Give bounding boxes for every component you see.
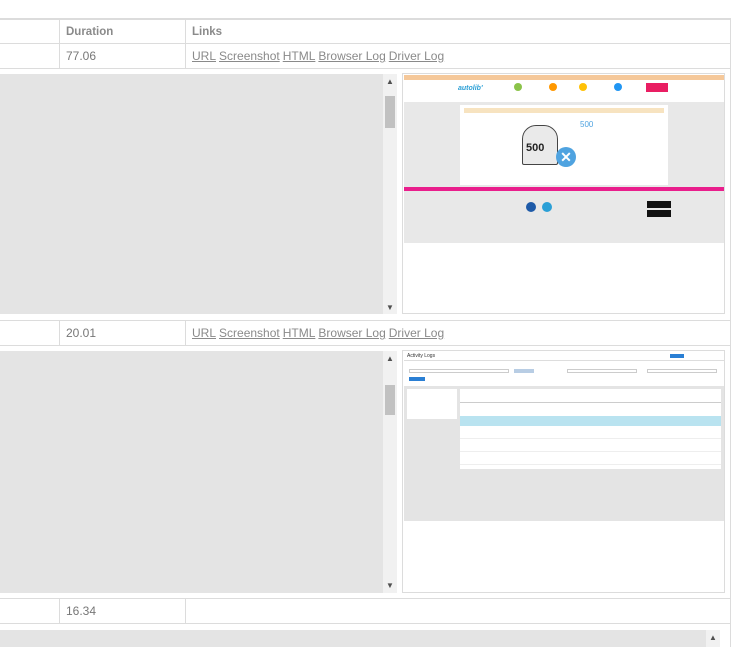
thumb-btn bbox=[514, 369, 534, 373]
thumb-footer-bar bbox=[404, 187, 724, 191]
log-panel bbox=[0, 74, 383, 314]
thumb-nav-icon bbox=[514, 83, 522, 91]
scroll-up-icon[interactable]: ▲ bbox=[385, 354, 395, 364]
log-scrollbar[interactable]: ▲ ▼ bbox=[383, 351, 397, 593]
url-link[interactable]: URL bbox=[192, 326, 216, 340]
log-panel bbox=[0, 630, 706, 647]
thumb-sidebar bbox=[407, 389, 457, 419]
links-cell: URL Screenshot HTML Browser Log Driver L… bbox=[185, 44, 730, 68]
thumb-nav-icon bbox=[549, 83, 557, 91]
scroll-thumb[interactable] bbox=[385, 385, 395, 415]
duration-cell: 20.01 bbox=[59, 321, 185, 345]
links-cell bbox=[185, 599, 730, 623]
duration-cell: 16.34 bbox=[59, 599, 185, 623]
thumb-input bbox=[647, 369, 717, 373]
thumb-navbar: autolib' bbox=[404, 80, 724, 102]
facebook-icon bbox=[526, 202, 536, 212]
detail-row: ▲ ▼ autolib' 500 ✕ 500 bbox=[0, 69, 731, 321]
thumb-nav-icon bbox=[579, 83, 587, 91]
thumb-table-header bbox=[460, 399, 721, 403]
thumb-nav-icon bbox=[614, 83, 622, 91]
duration-value: 77.06 bbox=[66, 49, 97, 63]
screenshot-link[interactable]: Screenshot bbox=[219, 326, 280, 340]
html-link[interactable]: HTML bbox=[283, 49, 316, 63]
duration-cell: 77.06 bbox=[59, 44, 185, 68]
duration-header: Duration bbox=[66, 25, 114, 38]
log-panel bbox=[0, 351, 383, 593]
table-header: Duration Links bbox=[0, 19, 731, 44]
screenshot-thumbnail[interactable]: autolib' 500 ✕ 500 bbox=[402, 73, 725, 314]
thumb-topbar: Activity Logs bbox=[404, 352, 724, 361]
thumb-mailbox: 500 bbox=[522, 125, 558, 165]
thumb-page: Activity Logs bbox=[404, 352, 724, 521]
html-link[interactable]: HTML bbox=[283, 326, 316, 340]
browser-log-link[interactable]: Browser Log bbox=[318, 326, 385, 340]
thumb-nav-button bbox=[646, 83, 668, 92]
scroll-up-icon[interactable]: ▲ bbox=[385, 77, 395, 87]
thumb-brand: autolib' bbox=[458, 85, 483, 92]
thumb-table-row bbox=[460, 429, 721, 439]
browser-log-link[interactable]: Browser Log bbox=[318, 49, 385, 63]
thumb-error-badge: 500 bbox=[580, 120, 594, 129]
detail-row: ▲ ▼ Activity Logs bbox=[0, 346, 731, 599]
duration-value: 16.34 bbox=[66, 604, 97, 618]
detail-row: ▲ bbox=[0, 624, 731, 647]
thumb-filters bbox=[404, 361, 724, 386]
thumb-input bbox=[409, 369, 509, 373]
table-row: 77.06 URL Screenshot HTML Browser Log Dr… bbox=[0, 44, 731, 69]
driver-log-link[interactable]: Driver Log bbox=[389, 326, 444, 340]
scroll-thumb[interactable] bbox=[385, 96, 395, 128]
links-header: Links bbox=[192, 25, 223, 38]
duration-value: 20.01 bbox=[66, 326, 97, 340]
thumb-alert bbox=[464, 108, 664, 113]
thumb-table-row bbox=[460, 442, 721, 452]
thumb-table-row-highlight bbox=[460, 416, 721, 426]
log-scrollbar[interactable]: ▲ ▼ bbox=[383, 74, 397, 314]
thumb-table-row bbox=[460, 455, 721, 465]
thumb-input bbox=[567, 369, 637, 373]
scroll-down-icon[interactable]: ▼ bbox=[385, 303, 395, 313]
url-link[interactable]: URL bbox=[192, 49, 216, 63]
screenshot-link[interactable]: Screenshot bbox=[219, 49, 280, 63]
screenshot-thumbnail[interactable]: Activity Logs bbox=[402, 350, 725, 593]
table-row: 16.34 bbox=[0, 599, 731, 624]
twitter-icon bbox=[542, 202, 552, 212]
driver-log-link[interactable]: Driver Log bbox=[389, 49, 444, 63]
close-icon: ✕ bbox=[556, 147, 576, 167]
table-row: 20.01 URL Screenshot HTML Browser Log Dr… bbox=[0, 321, 731, 346]
thumb-error-code: 500 bbox=[526, 142, 545, 154]
thumb-content: 500 ✕ 500 bbox=[460, 105, 668, 185]
thumb-btn bbox=[409, 377, 425, 381]
thumb-table bbox=[460, 389, 721, 469]
links-header-cell: Links bbox=[185, 20, 730, 43]
links-cell: URL Screenshot HTML Browser Log Driver L… bbox=[185, 321, 730, 345]
top-strip bbox=[0, 0, 731, 19]
scroll-up-icon[interactable]: ▲ bbox=[708, 633, 718, 643]
duration-header-cell: Duration bbox=[59, 20, 185, 43]
thumb-page: autolib' 500 ✕ 500 bbox=[404, 75, 724, 243]
app-store-icon bbox=[647, 201, 671, 208]
log-scrollbar[interactable]: ▲ bbox=[706, 630, 720, 647]
thumb-button bbox=[670, 354, 684, 358]
thumb-title: Activity Logs bbox=[407, 353, 436, 359]
google-play-icon bbox=[647, 210, 671, 217]
scroll-down-icon[interactable]: ▼ bbox=[385, 581, 395, 591]
